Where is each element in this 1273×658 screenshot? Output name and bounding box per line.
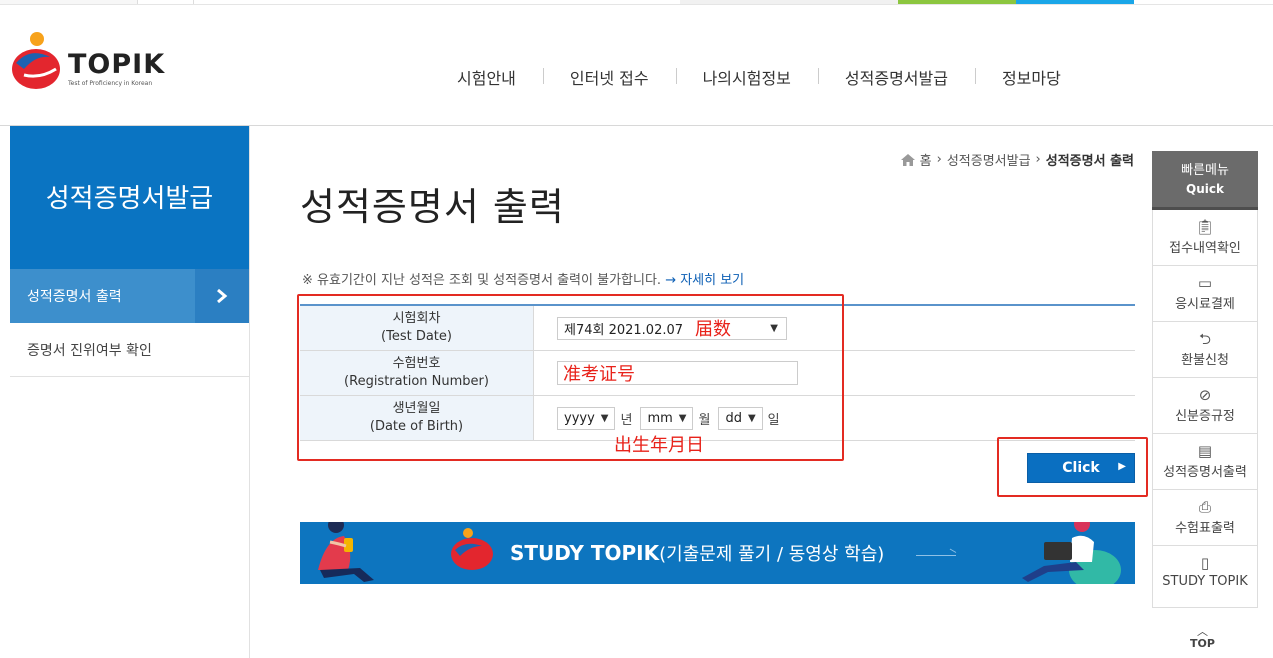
logo-text: TOPIK — [68, 49, 166, 80]
sidebar-title: 성적증명서발급 — [10, 126, 249, 269]
nav-online-registration[interactable]: 인터넷 접수 — [542, 65, 676, 89]
certificate-icon: ▤ — [1197, 442, 1213, 460]
banner-subtitle: (기출문제 풀기 / 동영상 학습) — [659, 544, 885, 565]
logo-emblem-icon — [12, 32, 60, 89]
quick-item-id-rules[interactable]: ⊘ 신분증규정 — [1152, 378, 1258, 434]
notice-message: ※ 유효기간이 지난 성적은 조회 및 성적증명서 출력이 불가합니다. — [302, 273, 662, 288]
sidebar-item-label: 성적증명서 출력 — [27, 289, 122, 305]
sidebar-item-verify-certificate[interactable]: 증명서 진위여부 확인 — [10, 323, 249, 377]
card-icon: ▭ — [1197, 274, 1213, 292]
logo-subtitle: Test of Proficiency in Korean — [68, 80, 153, 87]
scroll-top-label: TOP — [1190, 637, 1215, 650]
breadcrumb-home[interactable]: 홈 — [920, 150, 932, 169]
prohibit-icon: ⊘ — [1198, 386, 1212, 404]
nav-my-exam-info[interactable]: 나의시험정보 — [675, 65, 818, 89]
sidebar-item-label: 증명서 진위여부 확인 — [27, 342, 152, 359]
banner-title: STUDY TOPIK — [510, 541, 660, 565]
quick-menu-subtitle: Quick — [1186, 182, 1224, 196]
chevron-right-icon: › — [1035, 152, 1041, 167]
breadcrumb: 홈 › 성적증명서발급 › 성적증명서 출력 — [900, 150, 1134, 169]
quick-item-label: 성적증명서출력 — [1163, 465, 1247, 480]
quick-item-fee-payment[interactable]: ▭ 응시료결제 — [1152, 266, 1258, 322]
topik-logo[interactable]: TOPIK Test of Proficiency in Korean — [10, 29, 164, 95]
quick-item-certificate-print[interactable]: ▤ 성적증명서출력 — [1152, 434, 1258, 490]
utility-tab-gray[interactable] — [680, 0, 898, 4]
arrow-right-icon — [916, 555, 956, 556]
nav-info-board[interactable]: 정보마당 — [974, 65, 1088, 89]
quick-item-refund[interactable]: ⮌ 환불신청 — [1152, 322, 1258, 378]
utility-link-2[interactable] — [138, 0, 194, 4]
quick-item-admission-print[interactable]: ⎙ 수험표출력 — [1152, 490, 1258, 546]
breadcrumb-level1[interactable]: 성적증명서발급 — [947, 150, 1031, 169]
quick-menu-title: 빠른메뉴 — [1181, 163, 1229, 178]
chevron-right-icon — [195, 269, 249, 323]
quick-menu-header: 빠른메뉴 Quick — [1152, 151, 1258, 210]
nav-certificate-issue[interactable]: 성적증명서발급 — [817, 65, 975, 89]
quick-item-label: STUDY TOPIK — [1162, 574, 1248, 589]
quick-menu: 빠른메뉴 Quick 📋︎ 접수내역확인 ▭ 응시료결제 ⮌ 환불신청 ⊘ 신분… — [1152, 151, 1258, 608]
book-icon: ▯ — [1200, 554, 1210, 572]
banner-text: STUDY TOPIK(기출문제 풀기 / 동영상 학습) — [510, 540, 884, 566]
quick-item-study-topik[interactable]: ▯ STUDY TOPIK — [1152, 546, 1258, 608]
submit-button[interactable]: Click ▶ — [1027, 453, 1135, 483]
quick-item-label: 환불신청 — [1181, 353, 1229, 368]
quick-item-label: 수험표출력 — [1175, 521, 1235, 536]
breadcrumb-current: 성적증명서 출력 — [1045, 154, 1134, 169]
sidebar: 성적증명서발급 성적증명서 출력 증명서 진위여부 확인 — [10, 126, 250, 658]
notice-detail-link[interactable]: → 자세히 보기 — [665, 273, 744, 288]
page-title: 성적증명서 출력 — [300, 185, 565, 229]
submit-button-label: Click — [1062, 460, 1100, 476]
main-nav: 시험안내 인터넷 접수 나의시험정보 성적증명서발급 정보마당 — [430, 65, 1088, 89]
utility-link-1[interactable] — [0, 0, 138, 4]
quick-item-label: 응시료결제 — [1175, 297, 1235, 312]
study-topik-banner[interactable]: STUDY TOPIK(기출문제 풀기 / 동영상 학습) — [300, 522, 1135, 584]
annotation-box-form — [297, 294, 844, 461]
caret-right-icon: ▶ — [1118, 461, 1126, 472]
nav-exam-info[interactable]: 시험안내 — [430, 65, 543, 89]
return-icon: ⮌ — [1198, 330, 1211, 348]
quick-item-label: 접수내역확인 — [1169, 241, 1241, 256]
chevron-right-icon: › — [936, 152, 942, 167]
home-icon[interactable] — [900, 153, 915, 166]
notice-text: ※ 유효기간이 지난 성적은 조회 및 성적증명서 출력이 불가합니다. → 자… — [302, 269, 744, 288]
quick-item-registration-history[interactable]: 📋︎ 접수내역확인 — [1152, 210, 1258, 266]
utility-tab-green[interactable] — [898, 0, 1016, 4]
quick-item-label: 신분증규정 — [1175, 409, 1235, 424]
clipboard-icon: 📋︎ — [1195, 218, 1215, 236]
scroll-top-button[interactable]: ︿ TOP — [1190, 626, 1215, 650]
sidebar-item-certificate-print[interactable]: 성적증명서 출력 — [10, 269, 249, 323]
printer-icon: ⎙ — [1198, 498, 1211, 516]
site-header: TOPIK Test of Proficiency in Korean 시험안내… — [0, 5, 1273, 126]
utility-tab-blue[interactable] — [1016, 0, 1134, 4]
